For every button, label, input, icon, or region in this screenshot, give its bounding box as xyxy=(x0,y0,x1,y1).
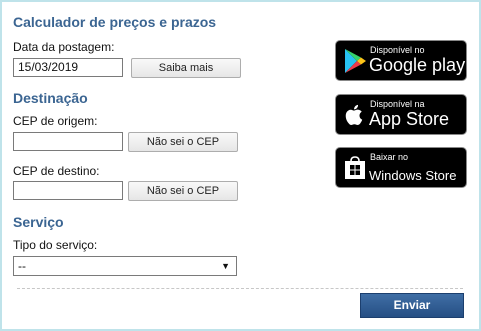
google-play-badge[interactable]: Disponível no Google play xyxy=(335,40,467,81)
tipo-servico-select[interactable]: -- ▼ xyxy=(13,256,237,276)
nao-sei-cep-origem-button[interactable]: Não sei o CEP xyxy=(128,132,238,152)
cep-destino-input[interactable] xyxy=(13,181,123,200)
cep-destino-label: CEP de destino: xyxy=(13,164,100,178)
nao-sei-cep-destino-button[interactable]: Não sei o CEP xyxy=(128,181,238,201)
windows-badge-small-text: Baixar no xyxy=(370,152,409,162)
apple-badge-small-text: Disponível na xyxy=(370,99,425,109)
saiba-mais-button[interactable]: Saiba mais xyxy=(131,58,241,78)
google-play-icon xyxy=(345,49,366,73)
tipo-servico-label: Tipo do serviço: xyxy=(13,238,98,252)
tipo-servico-selected-value: -- xyxy=(18,259,26,273)
windows-store-badge[interactable]: Baixar no Windows Store xyxy=(335,147,467,188)
windows-badge-big-text: Windows Store xyxy=(369,168,457,183)
cep-origem-input[interactable] xyxy=(13,132,123,151)
apple-badge-big-text: App Store xyxy=(369,109,450,129)
enviar-button[interactable]: Enviar xyxy=(360,293,464,318)
app-store-badge[interactable]: Disponível na App Store xyxy=(335,94,467,135)
apple-icon xyxy=(345,104,363,125)
divider xyxy=(17,288,463,289)
postagem-label: Data da postagem: xyxy=(13,40,115,54)
destinacao-title: Destinação xyxy=(13,90,88,106)
servico-title: Serviço xyxy=(13,214,64,230)
google-badge-big-text: Google play xyxy=(369,55,466,75)
google-badge-small-text: Disponível no xyxy=(370,45,425,55)
cep-origem-label: CEP de origem: xyxy=(13,114,98,128)
calculator-title: Calculador de preços e prazos xyxy=(13,14,217,30)
windows-store-icon xyxy=(345,156,365,179)
postagem-date-field[interactable] xyxy=(13,58,123,77)
dropdown-caret-icon: ▼ xyxy=(221,261,230,271)
